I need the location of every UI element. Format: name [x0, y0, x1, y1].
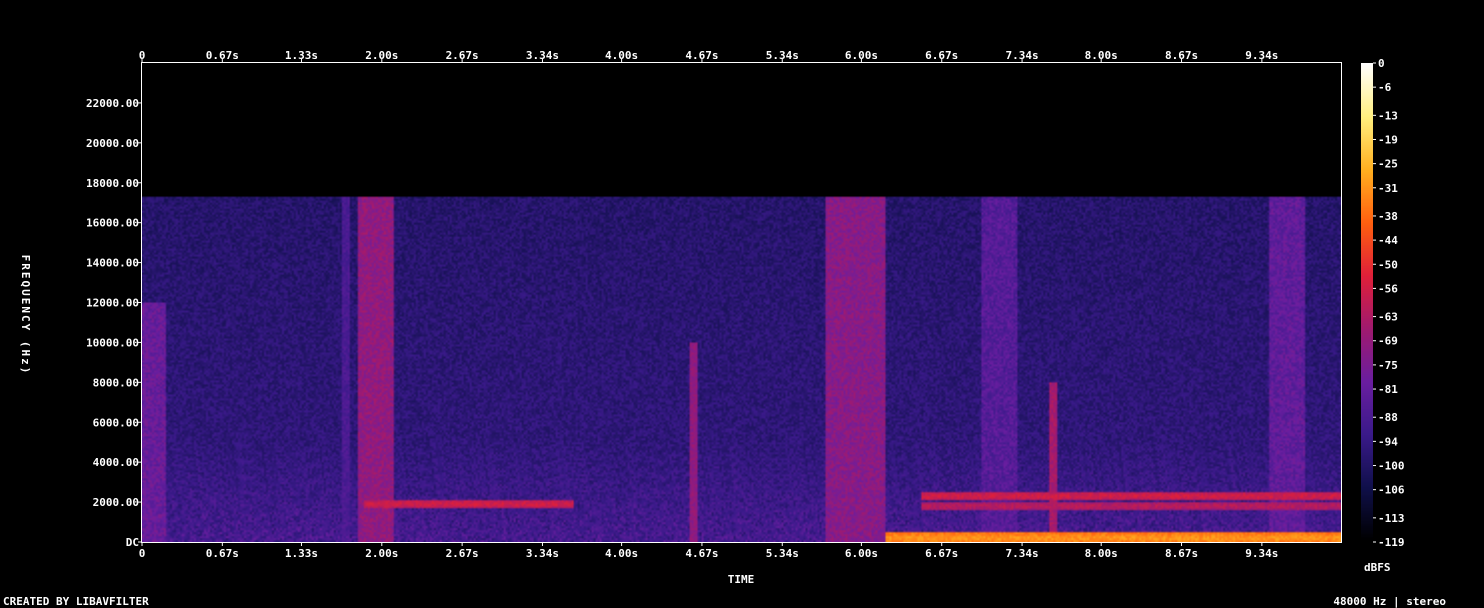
- y-tick-label: 8000.00: [93, 376, 139, 389]
- colorbar-tick-label: -56: [1378, 282, 1398, 295]
- colorbar-tick-label: -44: [1378, 234, 1398, 247]
- colorbar-tick-label: -50: [1378, 258, 1398, 271]
- x-tick-label-bottom: 4.00s: [605, 547, 638, 560]
- y-tick-label: 4000.00: [93, 456, 139, 469]
- y-tick-label: 6000.00: [93, 416, 139, 429]
- colorbar-tick-label: -63: [1378, 311, 1398, 324]
- x-tick-label-top: 4.67s: [685, 49, 718, 62]
- y-tick-label: 10000.00: [86, 336, 139, 349]
- x-tick-label-bottom: 6.67s: [925, 547, 958, 560]
- colorbar-tick-label: 0: [1378, 57, 1385, 70]
- x-tick-label-top: 0: [139, 49, 146, 62]
- x-tick-label-top: 4.00s: [605, 49, 638, 62]
- colorbar-tick-label: -94: [1378, 435, 1398, 448]
- x-tick-label-bottom: 8.67s: [1165, 547, 1198, 560]
- y-tick-label: 22000.00: [86, 97, 139, 110]
- x-tick-label-bottom: 2.67s: [446, 547, 479, 560]
- x-tick-label-bottom: 5.34s: [766, 547, 799, 560]
- colorbar-tick-label: -119: [1378, 536, 1405, 549]
- colorbar-tick-label: -19: [1378, 133, 1398, 146]
- y-tick-label: 14000.00: [86, 257, 139, 270]
- colorbar-tick-label: -88: [1378, 411, 1398, 424]
- x-tick-label-top: 9.34s: [1245, 49, 1278, 62]
- y-tick-label: 12000.00: [86, 297, 139, 310]
- y-tick-label: DC: [126, 536, 139, 549]
- x-tick-label-top: 6.00s: [845, 49, 878, 62]
- x-tick-label-bottom: 7.34s: [1006, 547, 1039, 560]
- colorbar-tick-label: -100: [1378, 460, 1405, 473]
- colorbar-tick-label: -81: [1378, 383, 1398, 396]
- colorbar-tick-label: -6: [1378, 81, 1392, 94]
- format-text: 48000 Hz | stereo: [1333, 595, 1446, 608]
- y-axis-title: FREQUENCY (Hz): [19, 255, 32, 376]
- colorbar-tick-label: -13: [1378, 109, 1398, 122]
- y-tick-label: 18000.00: [86, 177, 139, 190]
- x-tick-label-bottom: 4.67s: [685, 547, 718, 560]
- spectrogram-image: [142, 63, 1341, 542]
- x-tick-label-bottom: 9.34s: [1245, 547, 1278, 560]
- x-tick-label-bottom: 0: [139, 547, 146, 560]
- y-tick-label: 20000.00: [86, 137, 139, 150]
- spectrogram-chart: 0 0.67s 1.33s 2.00s 2.67s 3.34s 4.00s 4.67s 5.34…: [0, 0, 1484, 608]
- x-tick-label-top: 5.34s: [766, 49, 799, 62]
- colorbar-tick-label: -106: [1378, 484, 1405, 497]
- x-tick-label-bottom: 3.34s: [526, 547, 559, 560]
- x-tick-label-top: 8.00s: [1085, 49, 1118, 62]
- colorbar-unit: dBFS: [1364, 561, 1391, 574]
- x-tick-label-bottom: 1.33s: [285, 547, 318, 560]
- x-tick-label-top: 1.33s: [285, 49, 318, 62]
- x-tick-label-top: 6.67s: [925, 49, 958, 62]
- colorbar-tick-label: -31: [1378, 182, 1398, 195]
- x-tick-label-top: 3.34s: [526, 49, 559, 62]
- x-tick-label-bottom: 0.67s: [206, 547, 239, 560]
- y-tick-label: 16000.00: [86, 217, 139, 230]
- colorbar-tick-label: -25: [1378, 158, 1398, 171]
- x-tick-label-top: 8.67s: [1165, 49, 1198, 62]
- x-tick-label-bottom: 2.00s: [365, 547, 398, 560]
- colorbar: [1361, 63, 1373, 542]
- x-tick-label-top: 2.00s: [365, 49, 398, 62]
- x-tick-label-bottom: 6.00s: [845, 547, 878, 560]
- credit-text: CREATED BY LIBAVFILTER: [3, 595, 149, 608]
- x-axis-top: 0 0.67s 1.33s 2.00s 2.67s 3.34s 4.00s 4.67s 5.34…: [139, 49, 1278, 62]
- colorbar-tick-label: -38: [1378, 210, 1398, 223]
- spectrogram-plot-area: [141, 62, 1342, 543]
- colorbar-tick-label: -75: [1378, 359, 1398, 372]
- x-tick-label-top: 2.67s: [446, 49, 479, 62]
- x-tick-label-bottom: 8.00s: [1085, 547, 1118, 560]
- x-tick-label-top: 7.34s: [1006, 49, 1039, 62]
- y-tick-label: 2000.00: [93, 496, 139, 509]
- colorbar-tick-label: -69: [1378, 335, 1398, 348]
- x-axis-title: TIME: [728, 573, 755, 586]
- colorbar-gradient: [1361, 63, 1373, 542]
- x-tick-label-top: 0.67s: [206, 49, 239, 62]
- colorbar-tick-label: -113: [1378, 512, 1405, 525]
